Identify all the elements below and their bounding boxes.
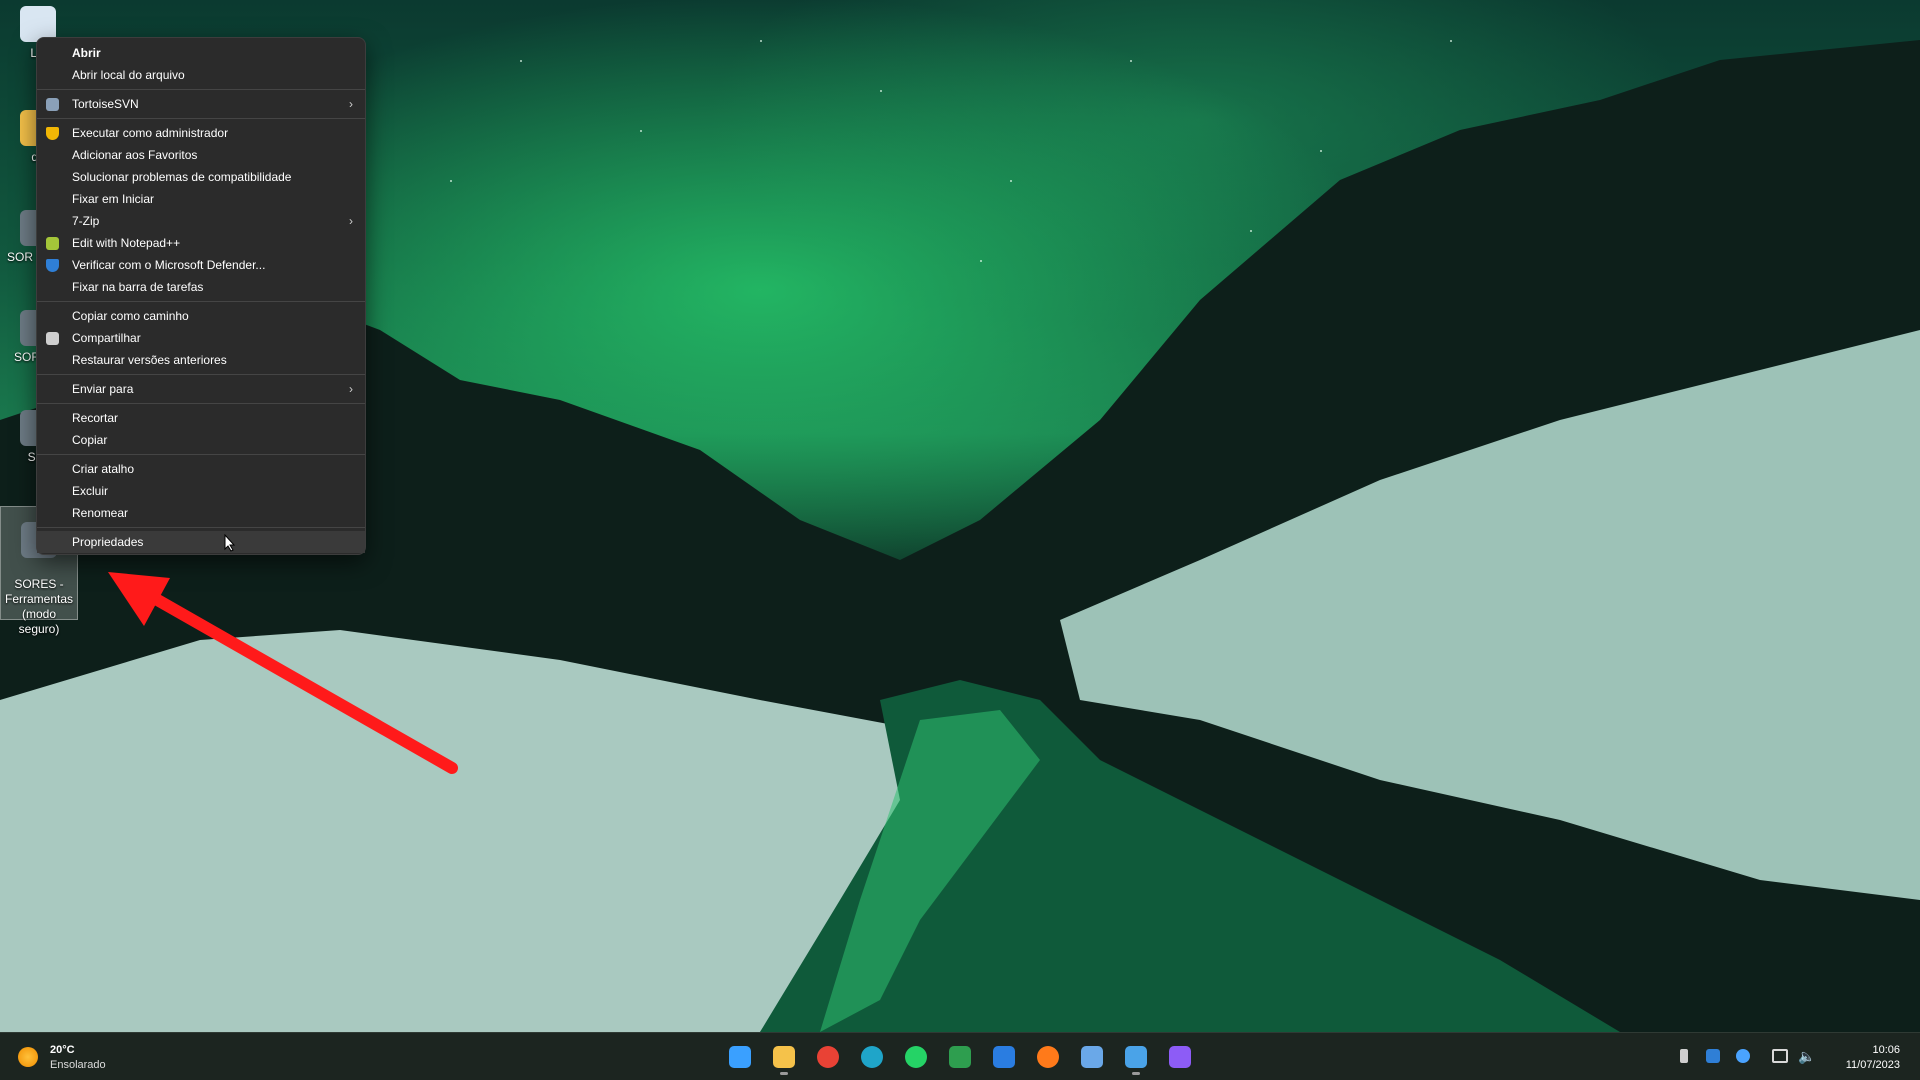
clock-time: 10:06 (1872, 1044, 1900, 1056)
running-indicator (780, 1072, 788, 1075)
clock[interactable]: 10:06 11/07/2023 (1846, 1043, 1900, 1073)
file-explorer-icon (773, 1046, 795, 1068)
annotation-arrow (108, 572, 458, 774)
taskbar-button-settings-gear[interactable] (1076, 1039, 1108, 1075)
volume-icon[interactable]: 🔈 (1798, 1049, 1815, 1063)
settings-gear-icon (1081, 1046, 1103, 1068)
taskbar-button-clipchamp[interactable] (1164, 1039, 1196, 1075)
firefox-icon (1037, 1046, 1059, 1068)
weather-temperature: 20°C (50, 1044, 75, 1056)
cloud-tray-icon[interactable] (1736, 1049, 1750, 1063)
taskbar-pinned-apps (724, 1039, 1196, 1075)
taskbar-button-windows-start[interactable] (724, 1039, 756, 1075)
network-icon[interactable] (1772, 1049, 1788, 1063)
taskbar-button-remote-app[interactable] (988, 1039, 1020, 1075)
taskbar-button-chrome[interactable] (812, 1039, 844, 1075)
spreadsheet-app-icon (949, 1046, 971, 1068)
taskbar-button-spreadsheet-app[interactable] (944, 1039, 976, 1075)
usb-icon[interactable] (1680, 1049, 1688, 1063)
clock-date: 11/07/2023 (1845, 1059, 1900, 1071)
windows-start-icon (729, 1046, 751, 1068)
edge-icon (861, 1046, 883, 1068)
weather-condition: Ensolarado (50, 1059, 106, 1071)
mouse-cursor (224, 534, 236, 552)
taskbar: 20°C Ensolarado 🔈 10:06 11/07/2023 (0, 1032, 1920, 1080)
taskbar-button-edge[interactable] (856, 1039, 888, 1075)
whatsapp-icon (905, 1046, 927, 1068)
defender-tray-icon[interactable] (1706, 1049, 1720, 1063)
clipchamp-icon (1169, 1046, 1191, 1068)
taskbar-button-file-explorer[interactable] (768, 1039, 800, 1075)
sun-icon (18, 1047, 38, 1067)
remote-app-icon (993, 1046, 1015, 1068)
notepad-icon (1125, 1046, 1147, 1068)
taskbar-button-whatsapp[interactable] (900, 1039, 932, 1075)
chrome-icon (817, 1046, 839, 1068)
taskbar-button-notepad[interactable] (1120, 1039, 1152, 1075)
running-indicator (1132, 1072, 1140, 1075)
taskbar-button-firefox[interactable] (1032, 1039, 1064, 1075)
